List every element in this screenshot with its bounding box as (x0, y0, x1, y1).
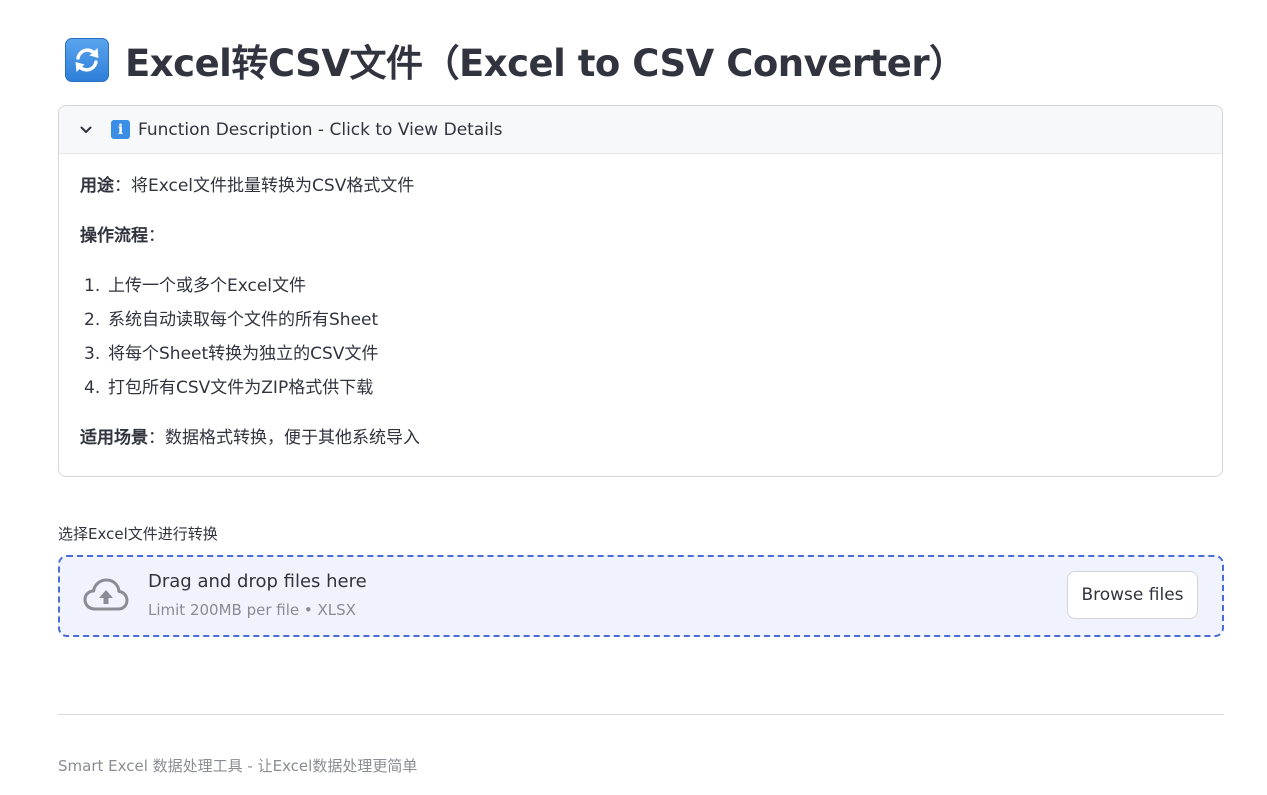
list-item: 4. 打包所有CSV文件为ZIP格式供下载 (84, 378, 374, 398)
list-item: 3. 将每个Sheet转换为独立的CSV文件 (84, 344, 379, 364)
cloud-upload-icon (83, 577, 129, 613)
function-description-expander: i Function Description - Click to View D… (58, 105, 1223, 477)
purpose-label: 用途 (80, 176, 114, 196)
list-item: 2. 系统自动读取每个文件的所有Sheet (84, 310, 379, 330)
scenario-line: 适用场景：数据格式转换，便于其他系统导入 (80, 426, 1201, 450)
uploader-label: 选择Excel文件进行转换 (58, 525, 218, 543)
expander-title: Function Description - Click to View Det… (138, 119, 503, 140)
file-dropzone[interactable]: Drag and drop files here Limit 200MB per… (58, 555, 1224, 637)
page-title-text: Excel转CSV文件（Excel to CSV Converter） (125, 42, 966, 85)
list-item: 1. 上传一个或多个Excel文件 (84, 276, 307, 296)
purpose-line: 用途：将Excel文件批量转换为CSV格式文件 (80, 174, 1201, 198)
scenario-text: ：数据格式转换，便于其他系统导入 (148, 428, 420, 448)
workflow-steps: 1. 上传一个或多个Excel文件 2. 系统自动读取每个文件的所有Sheet 3.… (80, 274, 1201, 410)
expander-header[interactable]: i Function Description - Click to View D… (59, 106, 1222, 154)
expander-body: 用途：将Excel文件批量转换为CSV格式文件 操作流程： 1. 上传一个或多个E… (59, 154, 1222, 450)
workflow-label: 操作流程 (80, 226, 148, 246)
scenario-label: 适用场景 (80, 428, 148, 448)
footer-text: Smart Excel 数据处理工具 - 让Excel数据处理更简单 (58, 757, 418, 775)
info-icon: i (111, 120, 130, 139)
dropzone-limit: Limit 200MB per file • XLSX (148, 601, 356, 619)
divider (58, 714, 1224, 715)
page-title: Excel转CSV文件（Excel to CSV Converter） (65, 35, 966, 85)
dropzone-title: Drag and drop files here (148, 571, 367, 592)
chevron-down-icon (79, 123, 93, 137)
workflow-heading: 操作流程： (80, 224, 1201, 248)
browse-files-button[interactable]: Browse files (1067, 571, 1198, 619)
refresh-arrows-icon (65, 38, 109, 82)
workflow-suffix: ： (148, 226, 165, 246)
purpose-text: ：将Excel文件批量转换为CSV格式文件 (114, 176, 415, 196)
